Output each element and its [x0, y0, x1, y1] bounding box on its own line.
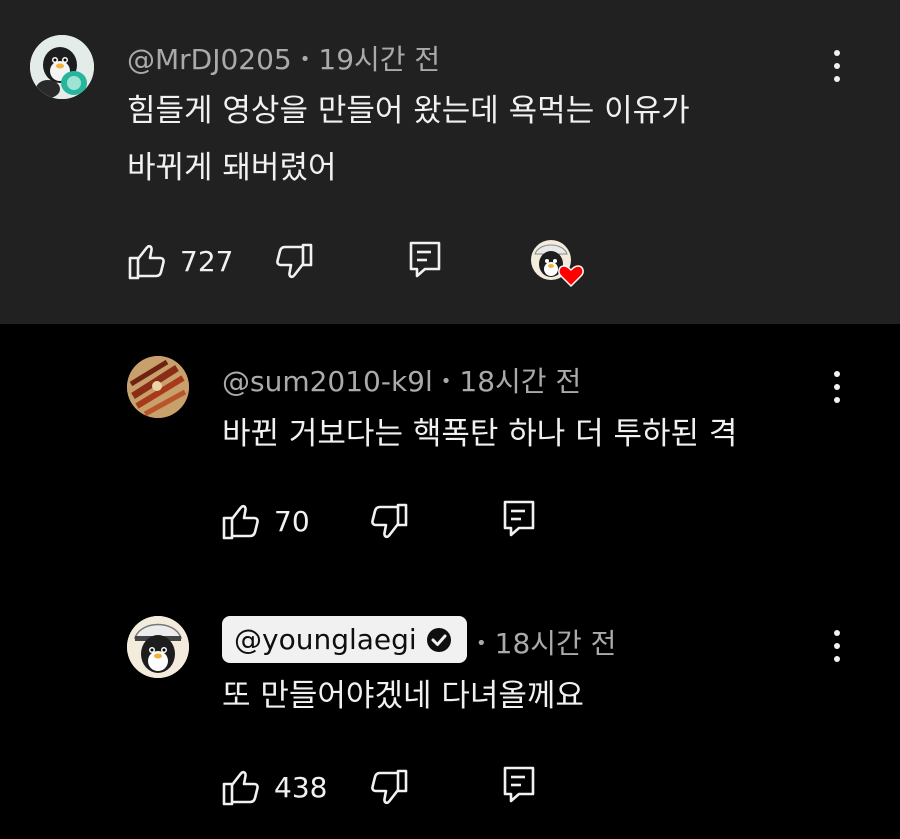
- comment-time: 18시간 전: [494, 627, 617, 660]
- thumbs-down-icon[interactable]: [370, 503, 408, 539]
- comment-meta: @MrDJ0205 • 19시간 전: [127, 38, 440, 78]
- thumbs-down-icon[interactable]: [275, 243, 313, 279]
- comment-meta: • 18시간 전: [472, 622, 616, 662]
- meta-separator: •: [299, 49, 311, 70]
- creator-heart-icon: [531, 240, 584, 288]
- comment-text-line: 힘들게 영상을 만들어 왔는데 욕먹는 이유가: [127, 93, 690, 129]
- verified-check-icon: [426, 627, 451, 652]
- more-options-button[interactable]: [822, 46, 852, 86]
- like-count: 727: [180, 245, 234, 278]
- thumbs-up-icon[interactable]: [128, 244, 166, 280]
- thumbs-up-icon[interactable]: [222, 504, 260, 540]
- penguin-avatar-icon: [127, 616, 189, 678]
- thumbs-up-icon[interactable]: [222, 770, 260, 806]
- avatar-sum2010[interactable]: [127, 356, 189, 418]
- like-count: 438: [274, 771, 328, 804]
- avatar-mrdj0205[interactable]: [30, 35, 94, 99]
- like-count: 70: [274, 505, 310, 538]
- more-options-button[interactable]: [822, 367, 852, 407]
- creator-handle-badge[interactable]: @younglaegi: [222, 616, 467, 663]
- food-avatar-icon: [127, 356, 189, 418]
- more-options-button[interactable]: [822, 626, 852, 666]
- avatar-younglaegi[interactable]: [127, 616, 189, 678]
- top-comment: @MrDJ0205 • 19시간 전 힘들게 영상을 만들어 왔는데 욕먹는 이유가…: [0, 0, 900, 324]
- comment-time: 19시간 전: [318, 43, 441, 76]
- comment-text: 힘들게 영상을 만들어 왔는데 욕먹는 이유가 바뀌게 돼버렸어: [127, 83, 690, 197]
- penguin-avatar-icon: [30, 35, 94, 99]
- meta-separator: •: [476, 633, 487, 654]
- meta-separator: •: [440, 371, 452, 392]
- creator-heart[interactable]: [529, 238, 587, 290]
- reply-icon[interactable]: [503, 766, 535, 804]
- comment-text-line: 바뀐 거보다는 핵폭탄 하나 더 투하된 격: [222, 416, 738, 452]
- comment-text: 바뀐 거보다는 핵폭탄 하나 더 투하된 격: [222, 406, 737, 463]
- comment-text-line: 바뀌게 돼버렸어: [127, 150, 337, 186]
- comment-meta: @sum2010-k9l • 18시간 전: [222, 360, 581, 400]
- comment-time: 18시간 전: [459, 365, 582, 398]
- comment-author[interactable]: @MrDJ0205: [127, 43, 292, 76]
- comment-author: @younglaegi: [234, 623, 417, 656]
- reply-icon[interactable]: [503, 500, 535, 538]
- comment-text: 또 만들어야겠네 다녀올께요: [222, 668, 584, 725]
- comment-text-line: 또 만들어야겠네 다녀올께요: [222, 678, 584, 714]
- comment-author[interactable]: @sum2010-k9l: [222, 365, 433, 398]
- thumbs-down-icon[interactable]: [370, 769, 408, 805]
- reply-icon[interactable]: [409, 241, 441, 279]
